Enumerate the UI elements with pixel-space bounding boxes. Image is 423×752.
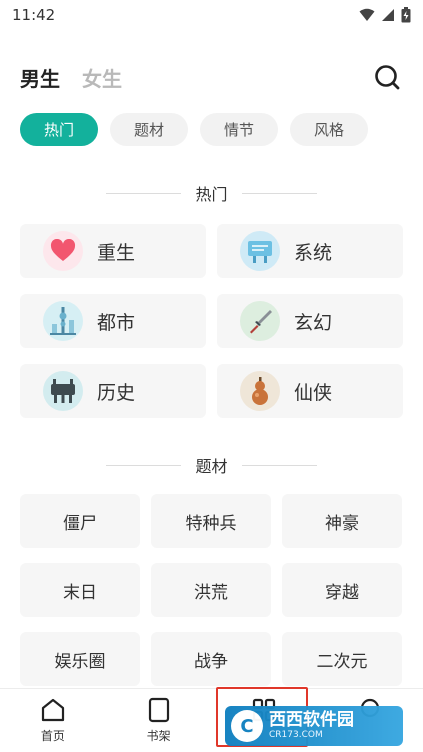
topic-card[interactable]: 僵尸 [20,494,140,548]
filter-tab-plot[interactable]: 情节 [200,113,278,146]
nav-label: 首页 [40,729,65,743]
city-tower-icon [43,301,83,341]
sword-icon [240,301,280,341]
category-label: 仙侠 [294,381,333,404]
category-label: 玄幻 [294,311,333,334]
divider [241,464,317,466]
heart-icon [43,231,83,271]
topic-card[interactable]: 战争 [151,632,271,686]
section-header-hot: 热门 [0,181,423,205]
wifi-icon [359,8,375,21]
watermark: C 西西软件园 CR173.COM [225,706,403,746]
topic-card[interactable]: 娱乐圈 [20,632,140,686]
battery-icon [401,7,411,23]
watermark-title: 西西软件园 [269,710,354,730]
topic-card[interactable]: 洪荒 [151,563,271,617]
search-icon[interactable] [373,63,401,91]
topic-card[interactable]: 特种兵 [151,494,271,548]
topic-card[interactable]: 二次元 [282,632,402,686]
category-label: 都市 [97,311,136,334]
hot-category-grid: 重生 系统 都市 玄幻 历史 仙侠 [20,224,403,418]
divider [241,192,317,194]
status-icons [359,7,411,23]
watermark-logo: C [231,710,263,742]
section-title: 题材 [195,457,228,476]
status-bar: 11:42 [0,0,423,30]
nav-label: 书架 [146,729,171,743]
category-card-history[interactable]: 历史 [20,364,206,418]
section-header-topic: 题材 [0,453,423,477]
section-title: 热门 [195,185,228,204]
bookshelf-icon [148,697,169,723]
signal-icon [382,9,394,21]
filter-tab-style[interactable]: 风格 [290,113,368,146]
divider [106,464,182,466]
watermark-subtitle: CR173.COM [269,730,323,740]
tab-male[interactable]: 男生 [20,63,60,92]
topic-card[interactable]: 神豪 [282,494,402,548]
topic-card[interactable]: 穿越 [282,563,402,617]
signboard-icon [240,231,280,271]
divider [106,192,182,194]
filter-tab-topic[interactable]: 题材 [110,113,188,146]
category-label: 系统 [294,241,333,264]
tab-female[interactable]: 女生 [82,63,122,92]
category-card-city[interactable]: 都市 [20,294,206,348]
category-label: 重生 [97,241,136,264]
watermark-text: 西西软件园 CR173.COM [269,711,354,741]
status-time: 11:42 [12,6,56,24]
nav-bookshelf[interactable]: 书架 [106,689,212,752]
category-card-rebirth[interactable]: 重生 [20,224,206,278]
gourd-icon [240,371,280,411]
gender-tab-bar: 男生 女生 [0,55,423,99]
nav-home[interactable]: 首页 [0,689,106,752]
category-card-fantasy[interactable]: 玄幻 [217,294,403,348]
home-icon [41,698,64,722]
category-card-system[interactable]: 系统 [217,224,403,278]
bronze-ding-icon [43,371,83,411]
topic-category-grid: 僵尸 特种兵 神豪 末日 洪荒 穿越 娱乐圈 战争 二次元 [20,494,403,686]
filter-tab-bar: 热门 题材 情节 风格 [20,113,368,146]
category-card-xianxia[interactable]: 仙侠 [217,364,403,418]
topic-card[interactable]: 末日 [20,563,140,617]
category-label: 历史 [97,381,136,404]
filter-tab-hot[interactable]: 热门 [20,113,98,146]
